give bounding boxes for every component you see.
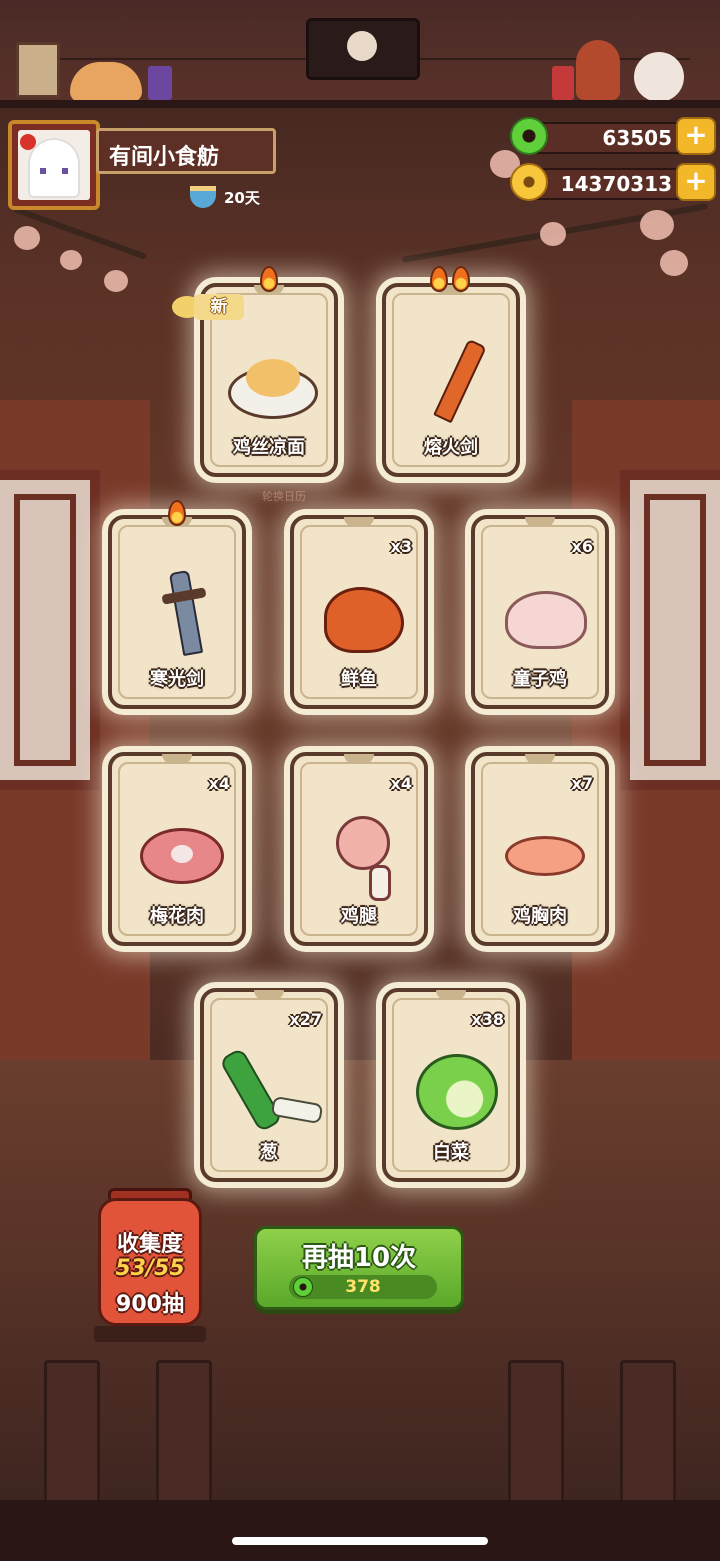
card-count: x38 [471, 1010, 504, 1029]
avatar[interactable] [8, 120, 100, 210]
card-c5[interactable]: x6 童子鸡 [471, 515, 609, 709]
flame-icon [260, 266, 278, 292]
card-c10[interactable]: x38 白菜 [382, 988, 520, 1182]
new-badge-label: 新 [194, 294, 244, 320]
card-label: 鲜鱼 [341, 669, 377, 690]
fence-post [508, 1360, 564, 1510]
card-count: x3 [390, 537, 412, 556]
card-count: x27 [289, 1010, 322, 1029]
orange-cat-decoration [70, 62, 142, 102]
collection-title: 收集度 [116, 1232, 183, 1257]
fire-sword-icon [410, 338, 500, 429]
shelf [0, 100, 720, 108]
days-value: 20天 [224, 188, 260, 207]
paw-frame-decoration [16, 42, 60, 98]
card-label: 寒光剑 [150, 669, 204, 690]
fence-post [620, 1360, 676, 1510]
scallion-icon [218, 1044, 324, 1134]
pork-icon [136, 808, 226, 898]
card-label: 童子鸡 [513, 669, 567, 690]
collection-progress: 53/55 [115, 1256, 185, 1281]
card-label: 白菜 [433, 1142, 469, 1163]
draw-again-button[interactable]: 再抽10次 378 [254, 1226, 464, 1310]
blossom [104, 270, 128, 292]
blossom [660, 250, 688, 276]
draw-cost-value: 378 [345, 1277, 381, 1297]
card-c7[interactable]: x4 鸡腿 [290, 752, 428, 946]
card-count: x6 [571, 537, 593, 556]
card-c8[interactable]: x7 鸡胸肉 [471, 752, 609, 946]
purple-lamp-decoration [148, 66, 172, 100]
top-decor-bar [0, 0, 720, 108]
left-lattice-window [0, 470, 100, 790]
white-cat-decoration [634, 52, 684, 102]
fence-post [156, 1360, 212, 1510]
jade-icon [510, 117, 548, 155]
steel-sword-icon [136, 569, 226, 661]
collection-pulls: 900抽 [116, 1292, 184, 1317]
card-label: 鸡丝凉面 [233, 437, 305, 458]
blossom [14, 226, 40, 250]
character-decoration [576, 40, 620, 100]
fish-icon [318, 571, 408, 661]
card-label: 熔火剑 [424, 437, 478, 458]
coin-currency: 14370313 + [510, 163, 716, 203]
home-indicator[interactable] [232, 1537, 488, 1545]
card-c2[interactable]: 熔火剑 [382, 283, 520, 477]
card-c4[interactable]: x3 鲜鱼 [290, 515, 428, 709]
new-badge: 新 [172, 290, 252, 324]
fence-post [44, 1360, 100, 1510]
shop-name: 有间小食舫 [109, 145, 220, 170]
bowl-icon [190, 186, 216, 208]
noodle-dish-icon [228, 339, 318, 429]
coin-value: 14370313 [560, 172, 672, 196]
right-lattice-window [620, 470, 720, 790]
red-lamp-decoration [552, 66, 574, 100]
cabbage-icon [410, 1044, 500, 1134]
calendar-label: 轮换日历 [262, 490, 306, 503]
card-c6[interactable]: x4 梅花肉 [108, 752, 246, 946]
draw-cost: 378 [289, 1275, 437, 1299]
flame-icon [452, 266, 470, 292]
card-label: 鸡腿 [341, 906, 377, 927]
chicken-icon [499, 571, 589, 661]
hanging-banner [306, 18, 420, 80]
draw-again-label: 再抽10次 [301, 1243, 417, 1273]
blossom [640, 210, 674, 240]
card-label: 鸡胸肉 [513, 906, 567, 927]
card-count: x7 [571, 774, 593, 793]
flame-icon [168, 500, 186, 526]
drumstick-icon [318, 808, 408, 901]
jade-currency: 63505 + [510, 117, 716, 157]
add-coin-button[interactable]: + [676, 163, 716, 201]
add-jade-button[interactable]: + [676, 117, 716, 155]
blossom [60, 250, 82, 270]
blossom [540, 222, 566, 246]
flame-icon [430, 266, 448, 292]
bottom-band [0, 1500, 720, 1561]
coin-icon [510, 163, 548, 201]
days-counter: 20天 [190, 186, 260, 208]
card-count: x4 [390, 774, 412, 793]
card-c9[interactable]: x27 葱 [200, 988, 338, 1182]
card-label: 梅花肉 [150, 906, 204, 927]
card-label: 葱 [260, 1142, 278, 1163]
chicken-breast-icon [499, 808, 589, 898]
collection-lantern-button[interactable]: 收集度 53/55 900抽 [94, 1188, 206, 1354]
shop-name-plate[interactable]: 有间小食舫 [96, 128, 276, 174]
jade-value: 63505 [602, 126, 672, 150]
card-count: x4 [208, 774, 230, 793]
card-c3[interactable]: 寒光剑 [108, 515, 246, 709]
